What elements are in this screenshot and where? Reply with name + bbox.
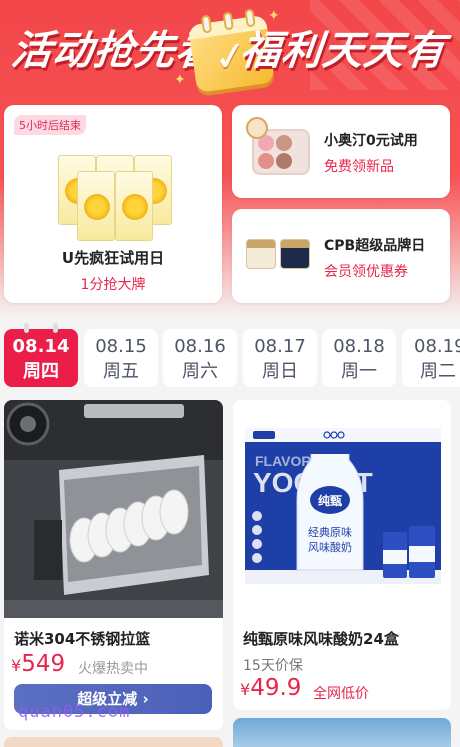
promo-subtitle: 会员领优惠券 bbox=[324, 264, 408, 280]
weekday-label: 周五 bbox=[103, 361, 139, 382]
promo-title: U先疯狂试用日 bbox=[61, 249, 165, 267]
basket-product-image bbox=[4, 400, 223, 618]
date-label: 08.15 bbox=[95, 336, 147, 357]
product-name: 诺米304不锈钢拉篮 bbox=[14, 630, 151, 648]
next-product-card[interactable] bbox=[4, 737, 223, 747]
date-tab-bar: 08.14 周四 08.15 周五 08.16 周六 08.17 周日 08.1… bbox=[0, 318, 460, 394]
next-product-card[interactable] bbox=[233, 718, 451, 747]
weekday-label: 周六 bbox=[182, 361, 218, 382]
price-protection: 15天价保 bbox=[243, 658, 303, 674]
sparkle-icon: ✦ bbox=[174, 72, 186, 88]
yogurt-line2-text: 风味酸奶 bbox=[308, 540, 352, 554]
date-label: 08.18 bbox=[333, 336, 385, 357]
eyeshadow-palette-image bbox=[246, 117, 316, 183]
chevron-right-icon: › bbox=[142, 690, 149, 708]
weekday-label: 周一 bbox=[341, 361, 377, 382]
promo-title: 小奥汀0元试用 bbox=[324, 133, 418, 149]
hero-title-right: 福利天天有 bbox=[238, 28, 448, 74]
date-tab-0817[interactable]: 08.17 周日 bbox=[243, 329, 317, 387]
juice-product-image bbox=[56, 137, 174, 245]
promo-subtitle: 免费领新品 bbox=[324, 159, 394, 175]
cream-jars-image bbox=[246, 209, 316, 275]
sales-note: 火爆热卖中 bbox=[78, 661, 148, 677]
weekday-label: 周日 bbox=[262, 361, 298, 382]
date-tab-0814[interactable]: 08.14 周四 bbox=[4, 323, 78, 387]
date-label: 08.17 bbox=[254, 336, 306, 357]
date-label: 08.19 bbox=[414, 336, 460, 357]
weekday-label: 周四 bbox=[23, 361, 59, 382]
date-tab-0819[interactable]: 08.19 周二 bbox=[402, 329, 460, 387]
date-label: 08.16 bbox=[174, 336, 226, 357]
product-price: ¥549 bbox=[11, 651, 66, 677]
yogurt-brand-text: 纯甄 bbox=[318, 493, 342, 508]
product-name: 纯甄原味风味酸奶24盒 bbox=[243, 630, 399, 648]
lowest-price-tag: 全网低价 bbox=[313, 686, 369, 702]
promo-card-judydoll[interactable]: 小奥汀0元试用 免费领新品 bbox=[232, 105, 450, 198]
date-tab-0816[interactable]: 08.16 周六 bbox=[163, 329, 237, 387]
date-label: 08.14 bbox=[12, 336, 70, 357]
date-tab-0815[interactable]: 08.15 周五 bbox=[84, 329, 158, 387]
weekday-label: 周二 bbox=[420, 361, 456, 382]
yogurt-product-image: YOGURT FLAVORED 纯甄 经典原味 风味酸奶 bbox=[233, 400, 451, 618]
date-tab-0818[interactable]: 08.18 周一 bbox=[322, 329, 396, 387]
promo-card-cpb[interactable]: CPB超级品牌日 会员领优惠券 bbox=[232, 209, 450, 303]
watermark: quan05.com bbox=[18, 702, 131, 722]
countdown-badge: 5小时后结束 bbox=[14, 115, 86, 135]
product-price: ¥49.9 bbox=[240, 675, 302, 701]
promo-card-trial-day[interactable]: 5小时后结束 U先疯狂试用日 1分抢大牌 bbox=[4, 105, 222, 303]
product-card-yogurt[interactable]: YOGURT FLAVORED 纯甄 经典原味 风味酸奶 纯甄原味风味酸奶24盒… bbox=[233, 400, 451, 710]
promo-title: CPB超级品牌日 bbox=[324, 238, 426, 254]
yogurt-line1-text: 经典原味 bbox=[308, 525, 352, 539]
product-card-basket[interactable]: 诺米304不锈钢拉篮 ¥549 火爆热卖中 超级立减 › bbox=[4, 400, 223, 730]
promo-subtitle: 1分抢大牌 bbox=[80, 277, 146, 293]
